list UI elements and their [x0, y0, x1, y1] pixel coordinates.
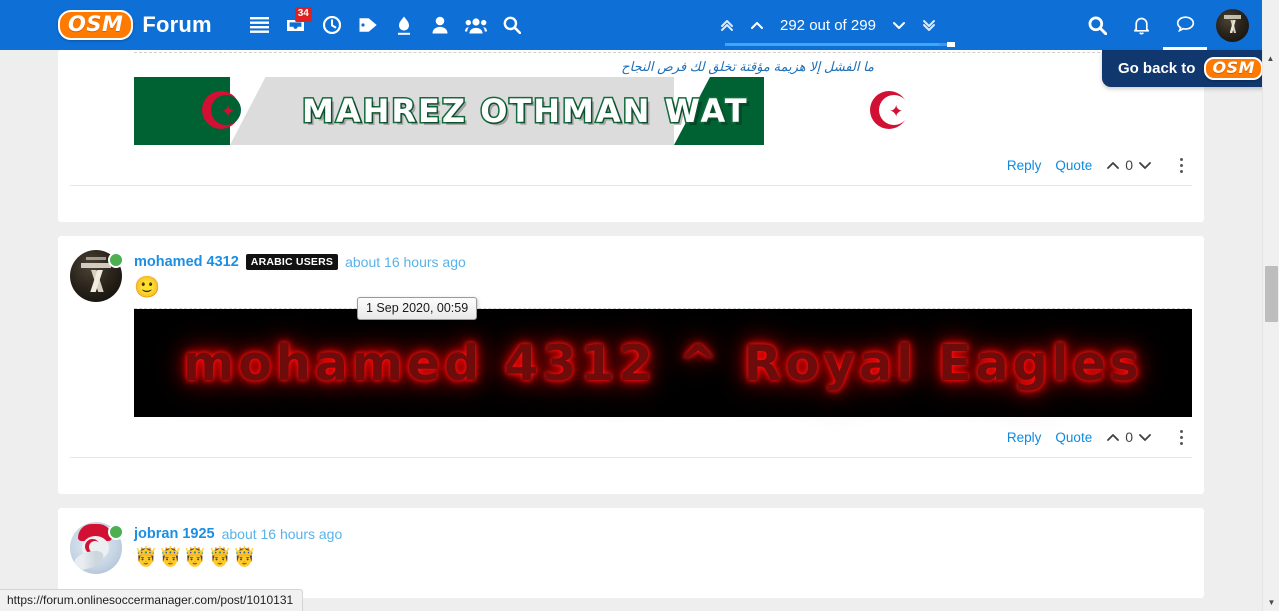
timestamp-tooltip: 1 Sep 2020, 00:59 — [357, 297, 478, 320]
search-icon[interactable] — [494, 5, 530, 45]
user-group-badge: ARABIC USERS — [245, 254, 339, 270]
go-back-label: Go back to — [1117, 60, 1196, 77]
vote-count: 0 — [1125, 157, 1133, 173]
post-timestamp[interactable]: about 16 hours ago — [345, 254, 466, 270]
page-position-label[interactable]: 292 out of 299 — [772, 17, 884, 34]
post-text-body: 🙂 — [134, 276, 162, 299]
algeria-crescent-right-icon: ✦ — [870, 91, 910, 131]
online-status-indicator — [108, 252, 124, 268]
vote-control[interactable]: 0 — [1106, 157, 1152, 173]
banner-title-text: MAHREZ OTHMAN WAT — [301, 91, 749, 132]
top-navbar: OSM Forum 34 292 out of 299 — [0, 0, 1262, 50]
downvote-icon — [1139, 433, 1151, 441]
pagination-controls: 292 out of 299 — [712, 5, 944, 45]
flame-icon[interactable] — [386, 5, 422, 45]
reply-button[interactable]: Reply — [1007, 430, 1042, 445]
post-timestamp[interactable]: about 16 hours ago — [222, 526, 343, 542]
tag-icon[interactable] — [350, 5, 386, 45]
upvote-icon — [1107, 161, 1120, 169]
clock-icon[interactable] — [314, 5, 350, 45]
thread-content: ما الفشل إلا هزيمة مؤقتة تخلق لك فرص الن… — [0, 50, 1262, 611]
user-avatar[interactable] — [1216, 8, 1249, 42]
post-meta: mohamed 4312 ARABIC USERS about 16 hours… — [134, 250, 466, 299]
status-bar-url: https://forum.onlinesoccermanager.com/po… — [0, 589, 304, 611]
avatar[interactable] — [70, 250, 124, 302]
online-status-indicator — [108, 524, 124, 540]
first-page-button[interactable] — [712, 8, 742, 42]
downvote-icon — [1139, 161, 1151, 169]
post-header: jobran 1925 about 16 hours ago 🤴🤴🤴🤴🤴 — [58, 508, 1204, 574]
inbox-badge-count: 34 — [294, 7, 312, 22]
post-more-menu-icon[interactable] — [1172, 427, 1190, 447]
bell-icon[interactable] — [1119, 0, 1163, 50]
post-tail-space — [58, 186, 1204, 222]
post-card: mohamed 4312 ARABIC USERS about 16 hours… — [58, 236, 1204, 494]
post-author-name[interactable]: mohamed 4312 — [134, 254, 239, 270]
group-icon[interactable] — [458, 5, 494, 45]
user-icon[interactable] — [422, 5, 458, 45]
quote-button[interactable]: Quote — [1055, 158, 1092, 173]
avatar[interactable] — [70, 522, 124, 574]
vote-count: 0 — [1125, 429, 1133, 445]
inbox-icon[interactable]: 34 — [278, 5, 314, 45]
vote-control[interactable]: 0 — [1106, 429, 1152, 445]
scrollbar-thumb[interactable] — [1265, 266, 1278, 322]
browser-viewport: OSM Forum 34 292 out of 299 Go back to O… — [0, 0, 1279, 611]
reading-progress-handle — [947, 42, 955, 47]
last-page-button[interactable] — [914, 8, 944, 42]
post-action-bar: Reply Quote 0 — [58, 417, 1204, 457]
post-author-name[interactable]: jobran 1925 — [134, 526, 215, 542]
post-text-body: 🤴🤴🤴🤴🤴 — [134, 547, 258, 568]
osm-logo-icon-small: OSM — [1204, 57, 1263, 80]
signature-banner-image: ✦ ✦ MAHREZ OTHMAN WAT — [134, 77, 934, 145]
card-gap — [0, 494, 1262, 508]
post-action-bar: Reply Quote 0 — [58, 145, 1204, 185]
post-card: ما الفشل إلا هزيمة مؤقتة تخلق لك فرص الن… — [58, 50, 1204, 222]
prev-page-button[interactable] — [742, 8, 772, 42]
post-tail-space — [58, 458, 1204, 494]
next-page-button[interactable] — [884, 8, 914, 42]
page-scrollbar[interactable]: ▼ — [1262, 50, 1279, 611]
brand-title: Forum — [142, 12, 212, 37]
brand-logo[interactable]: OSM Forum — [58, 10, 212, 40]
menu-icon[interactable] — [242, 5, 278, 45]
osm-logo-icon: OSM — [58, 10, 134, 40]
quote-button[interactable]: Quote — [1055, 430, 1092, 445]
nav-right-group — [1075, 0, 1262, 50]
reply-button[interactable]: Reply — [1007, 158, 1042, 173]
scroll-down-arrow-icon[interactable]: ▼ — [1263, 594, 1279, 611]
signature-banner-image: mohamed 4312 ^ Royal Eagles — [134, 309, 1192, 417]
nav-icon-group: 34 — [242, 5, 530, 45]
upvote-icon — [1107, 433, 1120, 441]
reading-progress-fill — [725, 43, 939, 46]
card-gap — [0, 222, 1262, 236]
go-back-to-osm-button[interactable]: Go back to OSM — [1101, 50, 1279, 87]
algeria-crescent-left-icon: ✦ — [202, 91, 242, 131]
nav-right-filler — [1262, 0, 1279, 50]
post-meta: jobran 1925 about 16 hours ago 🤴🤴🤴🤴🤴 — [134, 522, 342, 569]
scroll-up-arrow-icon[interactable]: ▲ — [1262, 50, 1279, 67]
signature-banner-text: mohamed 4312 ^ Royal Eagles — [183, 334, 1143, 392]
post-card: jobran 1925 about 16 hours ago 🤴🤴🤴🤴🤴 — [58, 508, 1204, 598]
post-header: mohamed 4312 ARABIC USERS about 16 hours… — [58, 236, 1204, 302]
post-signature-text: ما الفشل إلا هزيمة مؤقتة تخلق لك فرص الن… — [621, 59, 874, 74]
search-icon-right[interactable] — [1075, 0, 1119, 50]
post-more-menu-icon[interactable] — [1172, 155, 1190, 175]
chat-icon[interactable] — [1163, 0, 1207, 50]
reading-progress-bar[interactable] — [725, 42, 955, 47]
